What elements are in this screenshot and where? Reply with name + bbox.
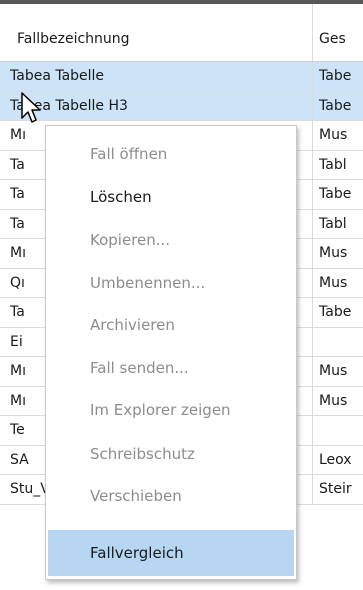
menu-item-schreibschutz[interactable]: Schreibschutz xyxy=(48,434,294,474)
table-row[interactable]: Tabea Tabelle H3 Tabe xyxy=(0,91,363,121)
ges-cell: Mus xyxy=(319,245,348,262)
ges-cell: Leox xyxy=(319,451,352,468)
ges-cell xyxy=(313,328,363,357)
table-header: Fallbezeichnung Ges xyxy=(0,4,363,62)
menu-item-kopieren[interactable]: Kopieren... xyxy=(48,220,294,260)
ges-cell: Tabe xyxy=(319,304,352,321)
case-name-cell: Tabea Tabelle xyxy=(0,62,313,91)
menu-item-fall-senden[interactable]: Fall senden... xyxy=(48,348,294,388)
ges-cell: Tabe xyxy=(319,186,352,203)
menu-item-im-explorer-zeigen[interactable]: Im Explorer zeigen xyxy=(48,390,294,430)
column-header-fallbezeichnung[interactable]: Fallbezeichnung xyxy=(0,4,313,61)
ges-cell: Tabe xyxy=(319,97,352,114)
case-name-cell: Tabea Tabelle H3 xyxy=(0,91,313,120)
context-menu: Fall öffnen Löschen Kopieren... Umbenennen.… xyxy=(45,125,297,580)
menu-item-umbenennen[interactable]: Umbenennen... xyxy=(48,263,294,303)
menu-item-löschen[interactable]: Löschen xyxy=(48,177,294,217)
ges-cell: Mus xyxy=(319,392,348,409)
ges-cell: Tabl xyxy=(319,156,347,173)
menu-item-archivieren[interactable]: Archivieren xyxy=(48,305,294,345)
ges-cell xyxy=(313,416,363,445)
ges-cell: Mus xyxy=(319,274,348,291)
ges-cell: Mus xyxy=(319,363,348,380)
ges-cell: Steir xyxy=(319,481,352,498)
mouse-pointer-icon xyxy=(21,92,41,123)
ges-cell: Tabl xyxy=(319,215,347,232)
ges-cell: Mus xyxy=(319,127,348,144)
menu-item-verschieben[interactable]: Verschieben xyxy=(48,476,294,516)
table-row[interactable]: Tabea Tabelle Tabe xyxy=(0,62,363,92)
menu-item-fallvergleich[interactable]: Fallvergleich xyxy=(48,530,294,576)
ges-cell: Tabe xyxy=(319,68,352,85)
menu-item-fall-öffnen[interactable]: Fall öffnen xyxy=(48,134,294,174)
column-header-ges[interactable]: Ges xyxy=(313,4,363,61)
